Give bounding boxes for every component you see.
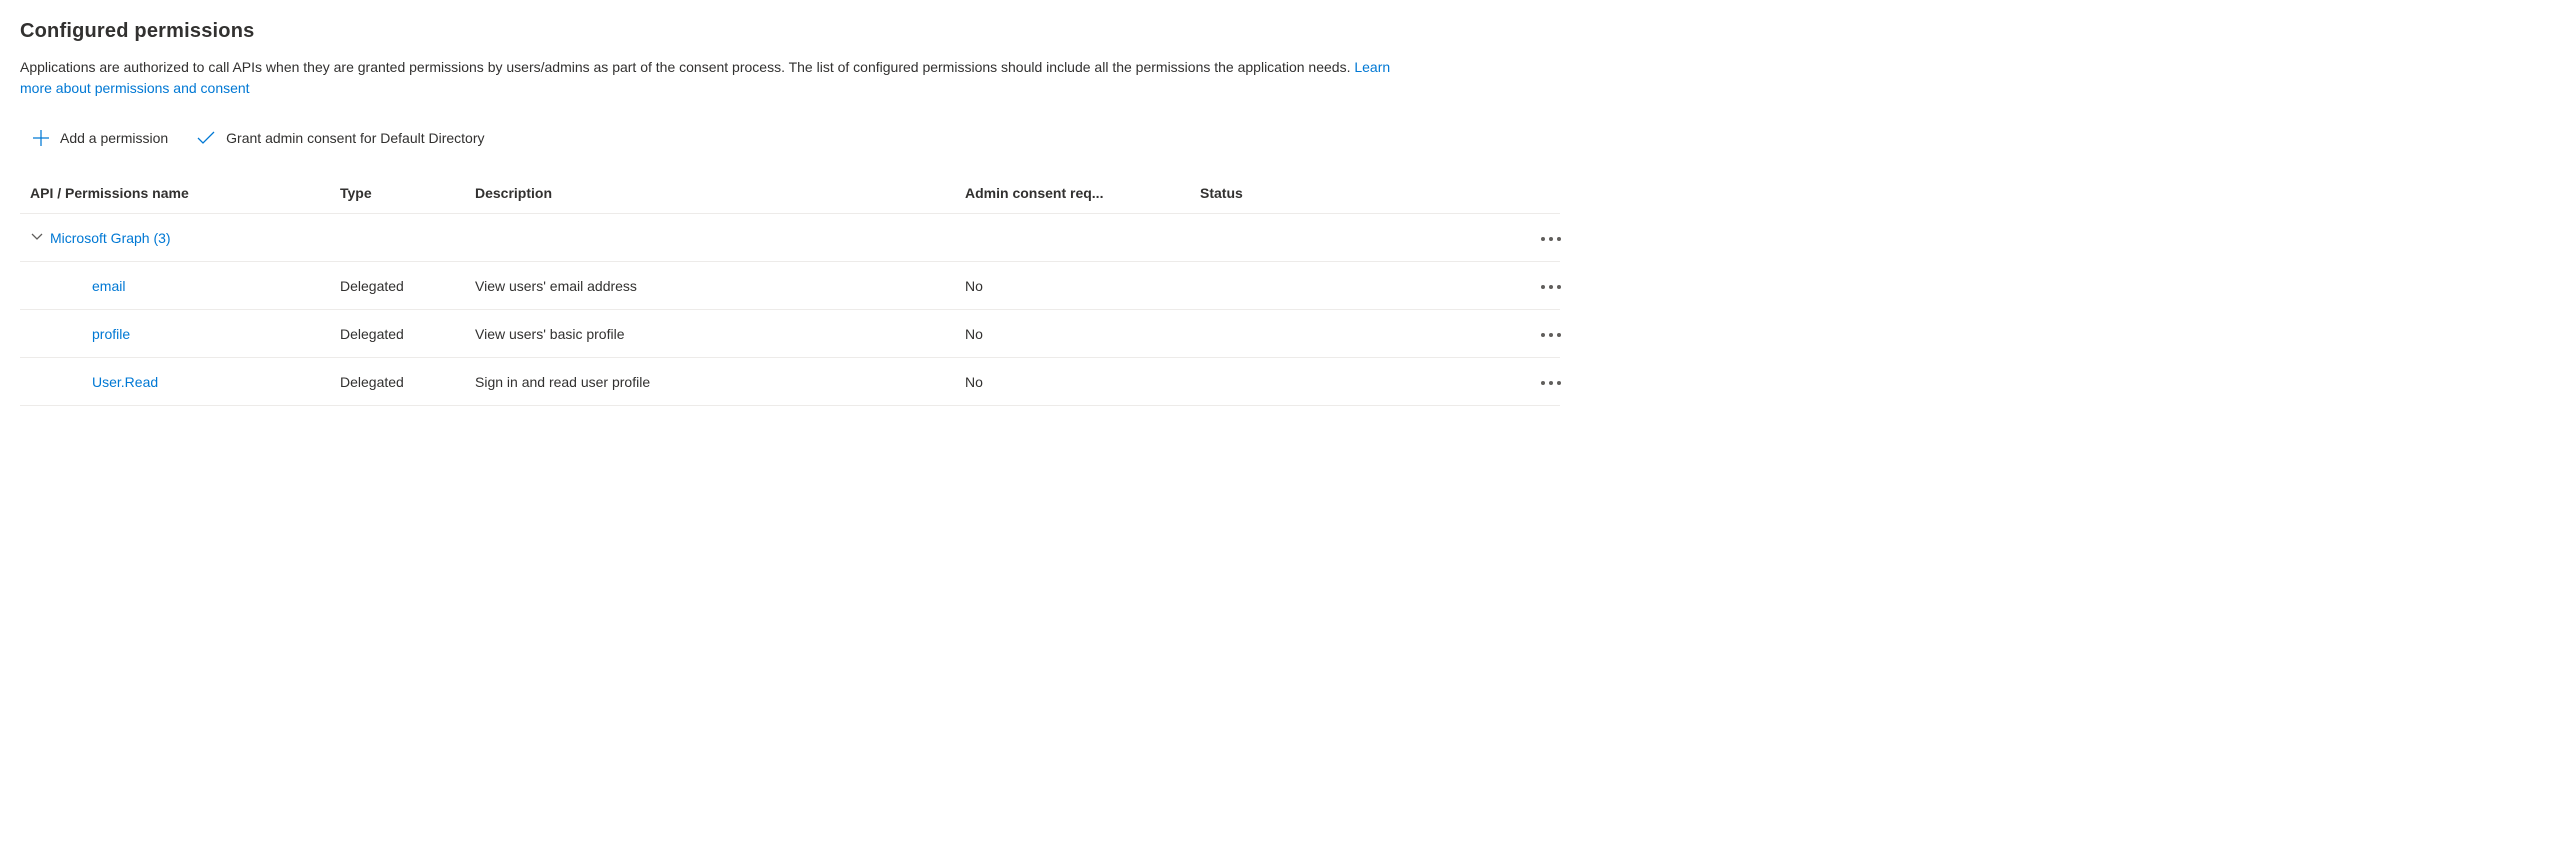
col-header-type[interactable]: Type: [340, 185, 475, 201]
permissions-table: API / Permissions name Type Description …: [20, 173, 1560, 406]
grant-admin-consent-label: Grant admin consent for Default Director…: [226, 130, 484, 146]
section-description: Applications are authorized to call APIs…: [20, 57, 1420, 99]
permissions-toolbar: Add a permission Grant admin consent for…: [30, 125, 2556, 151]
add-permission-label: Add a permission: [60, 130, 168, 146]
table-row: email Delegated View users' email addres…: [20, 262, 1560, 310]
permission-description: View users' email address: [475, 278, 965, 294]
row-more-button[interactable]: [1536, 274, 1566, 297]
col-header-admin-consent[interactable]: Admin consent req...: [965, 185, 1200, 201]
permission-type: Delegated: [340, 374, 475, 390]
permission-name-link[interactable]: profile: [92, 326, 130, 342]
chevron-down-icon: [30, 229, 44, 246]
permission-admin-consent: No: [965, 326, 1200, 342]
more-horizontal-icon: [1540, 278, 1562, 293]
checkmark-icon: [196, 129, 216, 147]
row-more-button[interactable]: [1536, 322, 1566, 345]
plus-icon: [32, 129, 50, 147]
permission-type: Delegated: [340, 326, 475, 342]
api-group-row: Microsoft Graph (3): [20, 214, 1560, 262]
col-header-description[interactable]: Description: [475, 185, 965, 201]
api-group-toggle[interactable]: Microsoft Graph (3): [30, 229, 171, 246]
grant-admin-consent-button[interactable]: Grant admin consent for Default Director…: [194, 125, 486, 151]
table-header-row: API / Permissions name Type Description …: [20, 173, 1560, 214]
api-group-name: Microsoft Graph (3): [50, 230, 171, 246]
permission-type: Delegated: [340, 278, 475, 294]
configured-permissions-section: Configured permissions Applications are …: [20, 20, 2556, 406]
permission-name-link[interactable]: User.Read: [92, 374, 158, 390]
table-row: profile Delegated View users' basic prof…: [20, 310, 1560, 358]
permission-name-link[interactable]: email: [92, 278, 125, 294]
group-more-button[interactable]: [1536, 226, 1566, 249]
permission-description: Sign in and read user profile: [475, 374, 965, 390]
row-more-button[interactable]: [1536, 370, 1566, 393]
col-header-status[interactable]: Status: [1200, 185, 1490, 201]
permission-admin-consent: No: [965, 278, 1200, 294]
table-row: User.Read Delegated Sign in and read use…: [20, 358, 1560, 406]
permission-admin-consent: No: [965, 374, 1200, 390]
permission-description: View users' basic profile: [475, 326, 965, 342]
section-title: Configured permissions: [20, 20, 2556, 43]
col-header-api-name[interactable]: API / Permissions name: [30, 185, 340, 201]
more-horizontal-icon: [1540, 326, 1562, 341]
description-text: Applications are authorized to call APIs…: [20, 59, 1354, 75]
more-horizontal-icon: [1540, 374, 1562, 389]
more-horizontal-icon: [1540, 230, 1562, 245]
add-permission-button[interactable]: Add a permission: [30, 125, 170, 151]
